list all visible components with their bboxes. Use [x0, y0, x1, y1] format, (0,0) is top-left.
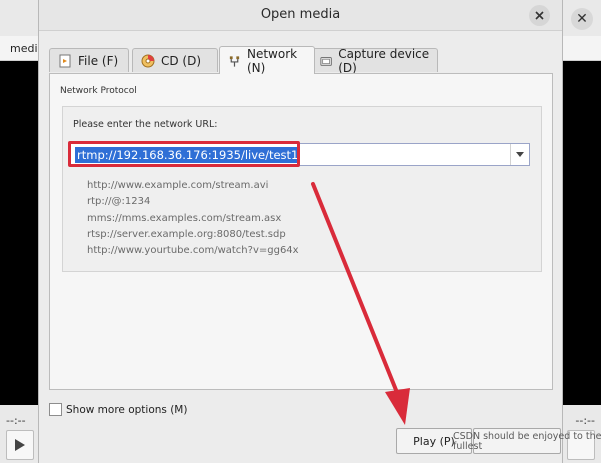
- player-menubar-right: [563, 36, 601, 61]
- url-example-item: rtsp://server.example.org:8080/test.sdp: [87, 228, 286, 240]
- network-icon: [229, 55, 240, 67]
- disc-icon: [141, 54, 155, 67]
- player-titlebar-left: [0, 0, 38, 36]
- player-play-button[interactable]: [6, 430, 34, 460]
- dialog-titlebar: Open media: [39, 0, 562, 31]
- play-icon: [15, 439, 25, 451]
- tab-file[interactable]: File (F): [49, 48, 129, 72]
- url-dropdown-button[interactable]: [510, 144, 529, 165]
- tab-file-label: File (F): [78, 53, 119, 68]
- show-more-options-label: Show more options (M): [66, 403, 188, 416]
- close-icon: [535, 11, 544, 20]
- player-video-area-left: [0, 0, 38, 463]
- url-examples-list: http://www.example.com/stream.avi rtp://…: [87, 178, 299, 259]
- tab-capture-device[interactable]: Capture device (D): [311, 46, 438, 75]
- csdn-watermark: CSDN should be enjoyed to the fullest: [453, 431, 601, 452]
- show-more-options[interactable]: Show more options (M): [49, 403, 187, 416]
- capture-device-icon: [320, 56, 332, 66]
- tab-cd[interactable]: CD (D): [132, 48, 218, 72]
- network-panel: Network Protocol Please enter the networ…: [49, 73, 553, 390]
- player-close-icon[interactable]: ✕: [571, 8, 593, 30]
- network-protocol-group: Please enter the network URL: rtmp://192…: [62, 106, 542, 272]
- annotation-highlight-box: [68, 141, 300, 167]
- url-example-item: rtp://@:1234: [87, 196, 151, 208]
- dialog-title: Open media: [260, 7, 341, 22]
- url-example-item: http://www.example.com/stream.avi: [87, 180, 269, 191]
- network-url-label: Please enter the network URL:: [73, 119, 218, 130]
- file-icon: [59, 54, 71, 67]
- tab-capture-device-label: Capture device (D): [338, 46, 430, 75]
- dialog-tabs: File (F) CD (D) Network (N) Capture devi…: [49, 46, 554, 75]
- url-example-item: http://www.yourtube.com/watch?v=gg64x: [87, 245, 299, 257]
- player-elapsed-time: --:--: [6, 414, 26, 427]
- player-video-area-right: [563, 0, 601, 463]
- open-media-dialog: Open media File (F) CD (D) Network (N) C…: [38, 0, 601, 463]
- tab-network-label: Network (N): [246, 46, 298, 75]
- network-protocol-label: Network Protocol: [60, 86, 137, 96]
- url-example-item: mms://mms.examples.com/stream.asx: [87, 212, 282, 224]
- chevron-down-icon: [516, 152, 524, 157]
- player-total-time: --:--: [575, 414, 595, 427]
- dialog-close-button[interactable]: [529, 5, 550, 26]
- play-button-label: Play (P): [413, 434, 455, 448]
- tab-cd-label: CD (D): [161, 53, 202, 68]
- tab-network[interactable]: Network (N): [219, 46, 315, 75]
- show-more-options-checkbox[interactable]: [49, 403, 62, 416]
